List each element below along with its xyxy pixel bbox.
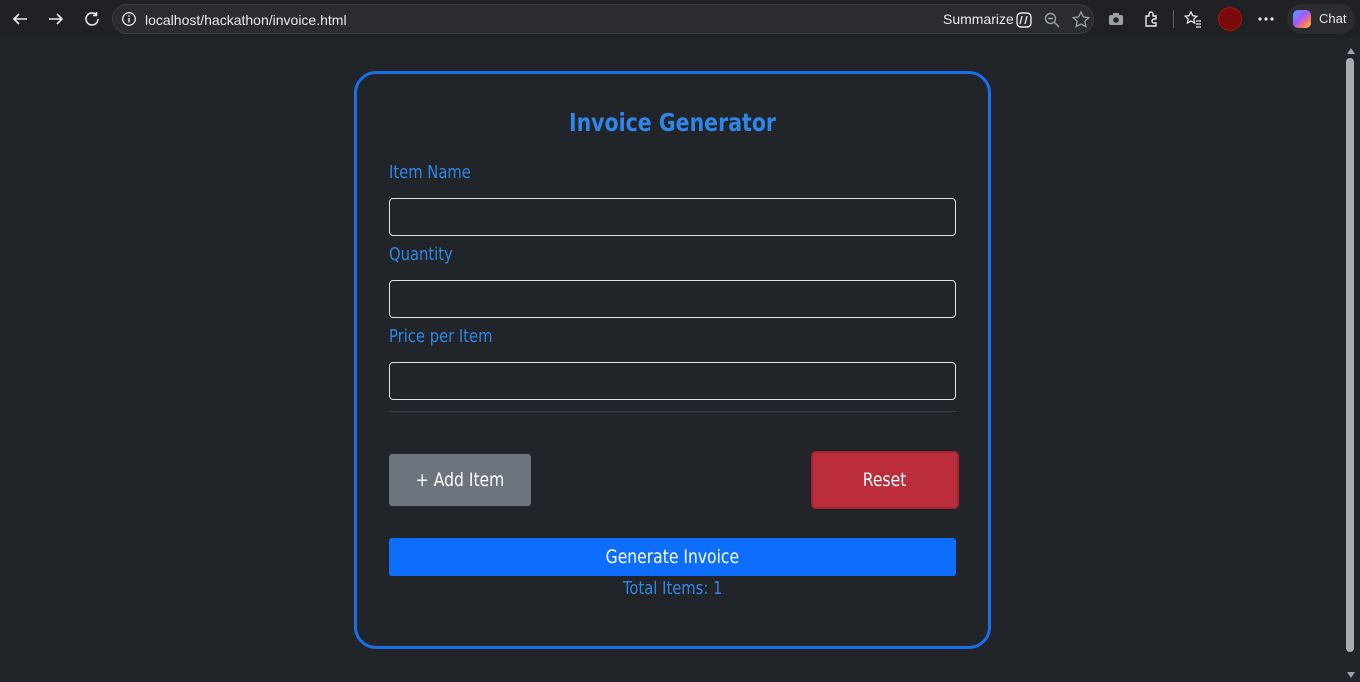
scroll-down-arrow-icon[interactable] [1347,672,1355,678]
total-items-value: Total Items: 1 [622,578,723,599]
address-bar[interactable]: localhost/hackathon/invoice.html Summari… [112,4,1094,34]
favorites-icon[interactable] [1183,9,1203,29]
camera-icon[interactable] [1106,9,1126,29]
summarize-button[interactable]: Summarize [943,11,1014,27]
star-icon[interactable] [1071,10,1091,30]
generate-invoice-button[interactable]: Generate Invoice [389,538,956,576]
scroll-up-arrow-icon[interactable] [1347,48,1355,54]
add-item-button[interactable]: + Add Item [389,454,531,506]
summarize-label: Summarize [943,11,1014,27]
url-text[interactable]: localhost/hackathon/invoice.html [145,12,347,28]
add-item-label: + Add Item [415,469,505,491]
copilot-chat-button[interactable]: Chat [1287,4,1355,34]
item-name-label: Item Name [389,162,471,183]
site-info-icon[interactable] [121,11,137,27]
quantity-label: Quantity [389,244,453,265]
extensions-icon[interactable] [1142,9,1162,29]
toolbar-divider [1173,10,1174,28]
item-name-input[interactable] [389,198,956,236]
total-items-text: Total Items: 1 [357,578,988,599]
quantity-input[interactable] [389,280,956,318]
vertical-scrollbar[interactable] [1342,40,1360,682]
form-divider [389,411,956,412]
scrollbar-thumb[interactable] [1346,58,1354,652]
forward-arrow-icon[interactable] [44,7,68,31]
price-input[interactable] [389,362,956,400]
zoom-icon[interactable] [1043,11,1063,31]
generate-invoice-label: Generate Invoice [605,546,740,568]
reset-button[interactable]: Reset [811,451,959,509]
reload-icon[interactable] [80,7,104,31]
price-label: Price per Item [389,326,493,347]
back-arrow-icon[interactable] [8,7,32,31]
more-options-icon[interactable] [1256,9,1276,29]
invoice-card: Invoice Generator Item Name Quantity Pri… [354,71,991,649]
summarize-icon[interactable] [1015,11,1035,31]
reset-label: Reset [863,469,907,491]
copilot-icon [1293,10,1311,28]
browser-toolbar: localhost/hackathon/invoice.html Summari… [0,0,1360,38]
page-title: Invoice Generator [568,108,777,137]
profile-avatar[interactable] [1218,7,1242,31]
chat-label: Chat [1319,11,1347,26]
